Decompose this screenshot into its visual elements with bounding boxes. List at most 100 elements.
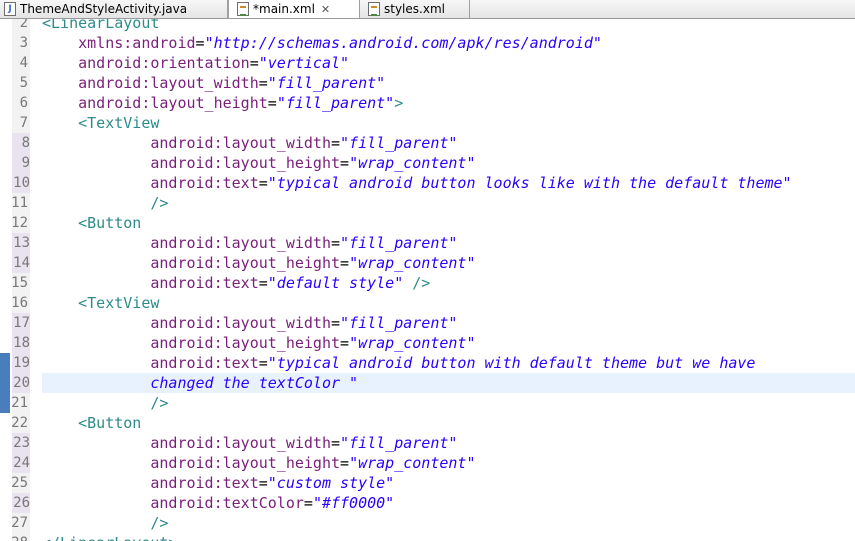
code-token: /> [150,514,169,532]
code-line[interactable]: 9 android:layout_height="wrap_content" [0,153,855,173]
code-line-text[interactable]: <Button [42,213,855,233]
code-line-text[interactable]: android:text="default style" /> [42,273,855,293]
code-line[interactable]: 26 android:textColor="#ff0000" [0,493,855,513]
code-line-text[interactable]: /> [42,393,855,413]
code-line[interactable]: 19 android:text="typical android button … [0,353,855,373]
tab-styles-xml[interactable]: styles.xml [360,0,470,18]
code-token: <TextView [78,294,160,312]
code-line[interactable]: 5 android:layout_width="fill_parent" [0,73,855,93]
code-line-text[interactable]: android:layout_height="wrap_content" [42,453,855,473]
code-line-text[interactable]: android:text="custom style" [42,473,855,493]
code-line[interactable]: 14 android:layout_height="wrap_content" [0,253,855,273]
code-token: "typical android button with default the… [267,354,756,372]
code-line-text[interactable]: </LinearLayout> [42,533,855,541]
code-line[interactable]: 7 <TextView [0,113,855,133]
code-line[interactable]: 11 /> [0,193,855,213]
tab-label: ThemeAndStyleActivity.java [20,2,188,16]
code-line[interactable]: 12 <Button [0,213,855,233]
code-line-text[interactable]: android:layout_width="fill_parent" [42,433,855,453]
code-token: = [258,174,268,192]
code-token: "wrap_content" [349,154,476,172]
code-line[interactable]: 18 android:layout_height="wrap_content" [0,333,855,353]
code-line[interactable]: 3 xmlns:android="http://schemas.android.… [0,33,855,53]
code-line[interactable]: 8 android:layout_width="fill_parent" [0,133,855,153]
code-line-text[interactable]: <Button [42,413,855,433]
code-token: /> [150,194,169,212]
line-number: 12 [11,215,28,231]
code-token: android:layout_height [78,94,268,112]
code-line[interactable]: 25 android:text="custom style" [0,473,855,493]
code-line-text[interactable]: changed the textColor " [42,373,855,393]
code-line[interactable]: 16 <TextView [0,293,855,313]
code-line-text[interactable]: <TextView [42,293,855,313]
code-token: "default style" [267,274,404,292]
code-line-text[interactable]: android:text="typical android button wit… [42,353,855,373]
code-line-text[interactable]: android:layout_height="fill_parent"> [42,93,855,113]
code-line-text[interactable]: android:layout_height="wrap_content" [42,153,855,173]
code-token: changed the textColor " [150,374,359,392]
code-line-text[interactable]: android:orientation="vertical" [42,53,855,73]
tab-theme-and-style-activity-java[interactable]: J ThemeAndStyleActivity.java [0,0,228,18]
line-number: 20 [12,373,30,393]
line-number: 14 [12,253,30,273]
code-line[interactable]: 15 android:text="default style" /> [0,273,855,293]
code-line-text[interactable]: /> [42,193,855,213]
code-token: = [340,254,350,272]
code-line-text[interactable]: <LinearLayout [42,19,855,33]
code-line[interactable]: 17 android:layout_width="fill_parent" [0,313,855,333]
code-line-text[interactable]: android:text="typical android button loo… [42,173,855,193]
code-line[interactable]: 23 android:layout_width="fill_parent" [0,433,855,453]
code-line-text[interactable]: android:textColor="#ff0000" [42,493,855,513]
line-number: 28 [0,533,28,541]
code-token: = [340,334,350,352]
code-token: "fill_parent" [340,434,458,452]
code-line[interactable]: 28 </LinearLayout> [0,533,855,541]
line-number: 26 [12,493,30,513]
close-tab-icon[interactable]: ✕ [321,3,330,16]
code-token: android:layout_width [150,434,331,452]
ruler-cell [0,493,12,513]
code-line[interactable]: 10 android:text="typical android button … [0,173,855,193]
code-line[interactable]: 20 changed the textColor " [0,373,855,393]
xml-code-editor[interactable]: 2 <LinearLayout 3 xmlns:android="http://sc… [0,19,855,541]
code-token: android:layout_width [150,134,331,152]
code-line[interactable]: 2 <LinearLayout [0,19,855,33]
code-line-text[interactable]: android:layout_width="fill_parent" [42,233,855,253]
code-token: "fill_parent" [340,134,458,152]
code-line[interactable]: 13 android:layout_width="fill_parent" [0,233,855,253]
code-token: android:layout_height [150,454,341,472]
code-line-text[interactable]: android:layout_width="fill_parent" [42,313,855,333]
code-line-text[interactable]: android:layout_width="fill_parent" [42,133,855,153]
code-line[interactable]: 22 <Button [0,413,855,433]
code-line-text[interactable]: android:layout_height="wrap_content" [42,253,855,273]
code-token: android:layout_height [150,254,341,272]
code-line[interactable]: 24 android:layout_height="wrap_content" [0,453,855,473]
code-line-text[interactable]: /> [42,513,855,533]
code-line[interactable]: 27 /> [0,513,855,533]
code-token: "wrap_content" [349,254,476,272]
code-line-text[interactable]: android:layout_width="fill_parent" [42,73,855,93]
code-line[interactable]: 6 android:layout_height="fill_parent"> [0,93,855,113]
code-line-text[interactable]: android:layout_height="wrap_content" [42,333,855,353]
code-token: = [340,454,350,472]
code-token: = [331,434,341,452]
code-line[interactable]: 4 android:orientation="vertical" [0,53,855,73]
ruler-cell [0,233,12,253]
tab-main-xml[interactable]: *main.xml ✕ [228,0,360,18]
ruler-cell [0,313,12,333]
code-token: <TextView [78,114,160,132]
code-line[interactable]: 21 /> [0,393,855,413]
code-line-text[interactable]: <TextView [42,113,855,133]
code-token: android:text [150,354,259,372]
code-line-text[interactable]: xmlns:android="http://schemas.android.co… [42,33,855,53]
line-number: 7 [19,115,28,131]
code-token: android:text [150,474,259,492]
